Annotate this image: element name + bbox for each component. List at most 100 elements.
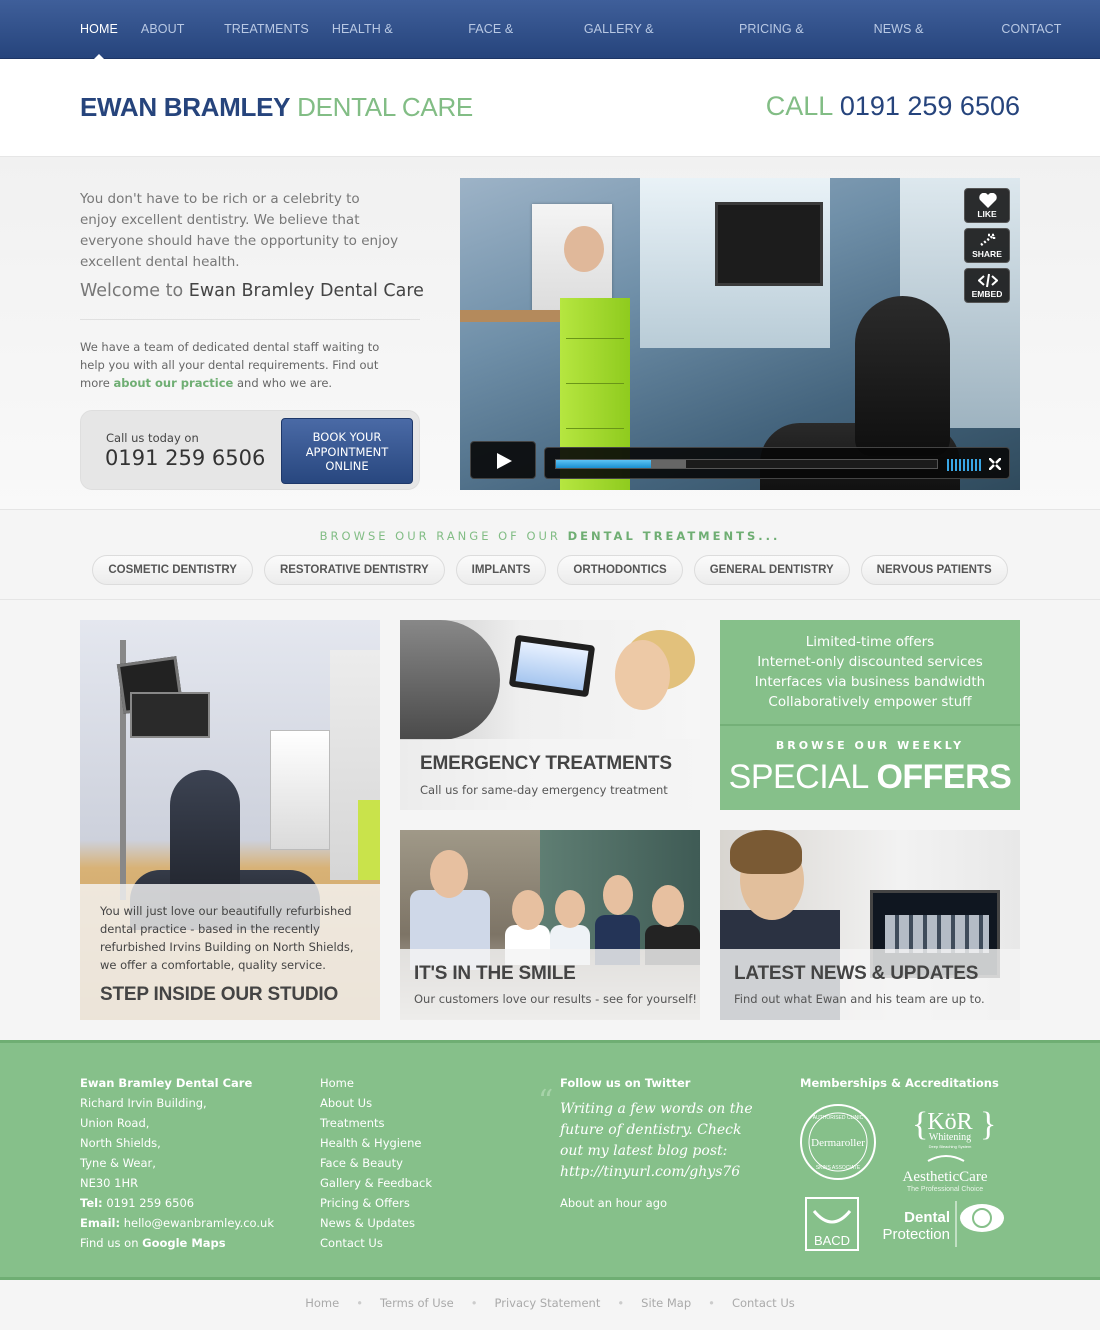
heart-icon (979, 193, 997, 208)
video-player[interactable]: LIKE SHARE EMBED (460, 178, 1020, 490)
twitter-heading[interactable]: Follow us on Twitter (560, 1073, 760, 1093)
nav-item-about-us[interactable]: ABOUT US (141, 0, 201, 94)
site-header: EWAN BRAMLEY DENTAL CARE CALL 0191 259 6… (0, 59, 1100, 157)
address-line-4: Tyne & Wear, (80, 1156, 156, 1170)
footer-links: Home About Us Treatments Health & Hygien… (320, 1073, 520, 1253)
footer-link-pricing-offers[interactable]: Pricing & Offers (320, 1193, 520, 1213)
studio-tile[interactable]: You will just love our beautifully refur… (80, 620, 380, 1020)
google-maps-link[interactable]: Google Maps (142, 1236, 226, 1250)
logo-name: EWAN BRAMLEY (80, 92, 291, 122)
tweet-body: Writing a few words on the future of den… (560, 1101, 753, 1180)
footer-link-treatments[interactable]: Treatments (320, 1113, 520, 1133)
play-button[interactable] (470, 441, 536, 479)
separator-dot: • (356, 1296, 363, 1310)
svg-text:BACD: BACD (814, 1233, 850, 1248)
news-title: LATEST NEWS & UPDATES (734, 963, 979, 984)
dermaroller-logo[interactable]: Dermaroller AUTHORISED CLINIC SKINS ASSO… (800, 1104, 876, 1180)
fullscreen-icon[interactable] (989, 458, 1001, 470)
kor-whitening-logo[interactable]: KöR Whitening Deep Bleaching System { } (912, 1106, 996, 1149)
call-box: Call us today on 0191 259 6506 BOOK YOUR… (80, 410, 420, 490)
bottom-link-home[interactable]: Home (305, 1296, 339, 1310)
maps-prefix: Find us on (80, 1236, 139, 1250)
footer-link-news-updates[interactable]: News & Updates (320, 1213, 520, 1233)
svg-text:Dermaroller: Dermaroller (811, 1137, 865, 1149)
nav-item-contact-us[interactable]: CONTACT US (1001, 0, 1077, 94)
footer-maps: Find us on Google Maps (80, 1233, 300, 1253)
bottom-link-sitemap[interactable]: Site Map (641, 1296, 691, 1310)
offer-line-1: Limited-time offers (805, 634, 935, 650)
intro-section: You don't have to be rich or a celebrity… (0, 157, 1100, 510)
book-appointment-button[interactable]: BOOK YOUR APPOINTMENT ONLINE (281, 418, 413, 484)
site-logo[interactable]: EWAN BRAMLEY DENTAL CARE (80, 92, 473, 123)
offers-list: Limited-time offers Internet-only discou… (720, 632, 1020, 712)
studio-title: STEP INSIDE OUR STUDIO (100, 984, 339, 1005)
studio-caption: You will just love our beautifully refur… (80, 884, 380, 1020)
bottom-link-terms[interactable]: Terms of Use (380, 1296, 454, 1310)
call-box-number: 0191 259 6506 (105, 446, 266, 470)
video-shelf (460, 310, 560, 322)
embed-label: EMBED (971, 289, 1003, 299)
nav-item-home[interactable]: HOME (80, 0, 118, 60)
address-line-5: NE30 1HR (80, 1176, 139, 1190)
pill-cosmetic-dentistry[interactable]: COSMETIC DENTISTRY (92, 555, 253, 585)
emergency-tile[interactable]: EMERGENCY TREATMENTS Call us for same-da… (400, 620, 700, 810)
footer-link-about-us[interactable]: About Us (320, 1093, 520, 1113)
bottom-link-contact[interactable]: Contact Us (732, 1296, 795, 1310)
footer-link-contact-us[interactable]: Contact Us (320, 1233, 520, 1253)
video-control-bar (544, 447, 1010, 479)
video-progress-track[interactable] (555, 459, 938, 469)
svg-text:The Professional Choice: The Professional Choice (907, 1186, 983, 1193)
nav-item-face-beauty[interactable]: FACE & BEAUTY (468, 0, 561, 94)
email-link[interactable]: hello@ewanbramley.co.uk (124, 1216, 274, 1230)
code-icon (978, 273, 998, 288)
pill-orthodontics[interactable]: ORTHODONTICS (557, 555, 683, 585)
pill-implants[interactable]: IMPLANTS (455, 555, 547, 585)
footer-twitter: Follow us on Twitter “ Writing a few wor… (538, 1073, 760, 1213)
dental-protection-logo[interactable]: Dental Protection (882, 1201, 1004, 1247)
nav-item-news-updates[interactable]: NEWS & UPDATES (874, 0, 979, 94)
treatment-pills: COSMETIC DENTISTRY RESTORATIVE DENTISTRY… (0, 555, 1100, 585)
tel-number: 0191 259 6506 (106, 1196, 195, 1210)
embed-button[interactable]: EMBED (964, 268, 1010, 303)
bottom-link-privacy[interactable]: Privacy Statement (495, 1296, 601, 1310)
nav-item-treatments[interactable]: TREATMENTS (224, 0, 309, 59)
intro-paragraph: You don't have to be rich or a celebrity… (80, 191, 399, 270)
footer-practice-name: Ewan Bramley Dental Care (80, 1076, 253, 1090)
footer-link-health-hygiene[interactable]: Health & Hygiene (320, 1133, 520, 1153)
book-line-1: BOOK YOUR (312, 430, 382, 444)
svg-text:Dental: Dental (904, 1209, 950, 1226)
bacd-logo[interactable]: BACD (805, 1197, 859, 1251)
about-practice-link[interactable]: about our practice (113, 376, 233, 390)
svg-text:Protection: Protection (882, 1226, 950, 1243)
browse-divider (0, 599, 1100, 600)
nav-item-gallery-feedback[interactable]: GALLERY & FEEDBACK (584, 0, 716, 94)
smile-tile[interactable]: IT'S IN THE SMILE Our customers love our… (400, 830, 700, 1020)
logo-tagline: DENTAL CARE (297, 92, 473, 122)
share-button[interactable]: SHARE (964, 228, 1010, 263)
like-button[interactable]: LIKE (964, 188, 1010, 223)
nav-item-health-hygiene[interactable]: HEALTH & HYGIENE (332, 0, 445, 94)
video-chair (855, 296, 950, 456)
svg-text:{: { (912, 1106, 928, 1143)
volume-icon[interactable] (947, 459, 981, 471)
svg-text:SKINS ASSOCIATE: SKINS ASSOCIATE (816, 1165, 861, 1171)
footer-link-home[interactable]: Home (320, 1073, 520, 1093)
intro-divider (80, 319, 420, 320)
news-tile[interactable]: LATEST NEWS & UPDATES Find out what Ewan… (720, 830, 1020, 1020)
pill-general-dentistry[interactable]: GENERAL DENTISTRY (693, 555, 850, 585)
aestheticare-logo[interactable]: AestheticCare The Professional Choice (903, 1155, 988, 1193)
special-offers-link[interactable]: BROWSE OUR WEEKLY SPECIAL OFFERS (720, 726, 1020, 810)
offers-headline: SPECIAL OFFERS (720, 758, 1020, 797)
footer-link-gallery-feedback[interactable]: Gallery & Feedback (320, 1173, 520, 1193)
nav-item-pricing-offers[interactable]: PRICING & OFFERS (739, 0, 851, 94)
footer-address: Ewan Bramley Dental Care Richard Irvin B… (80, 1073, 300, 1253)
pill-restorative-dentistry[interactable]: RESTORATIVE DENTISTRY (263, 555, 445, 585)
pill-nervous-patients[interactable]: NERVOUS PATIENTS (860, 555, 1008, 585)
svg-text:}: } (980, 1106, 996, 1143)
footer-link-face-beauty[interactable]: Face & Beauty (320, 1153, 520, 1173)
offer-line-2: Internet-only discounted services (757, 654, 983, 670)
book-line-2: APPOINTMENT (305, 444, 389, 459)
svg-text:Deep Bleaching System: Deep Bleaching System (929, 1144, 972, 1149)
separator-dot: • (470, 1296, 478, 1310)
header-phone: CALL 0191 259 6506 (766, 91, 1020, 122)
